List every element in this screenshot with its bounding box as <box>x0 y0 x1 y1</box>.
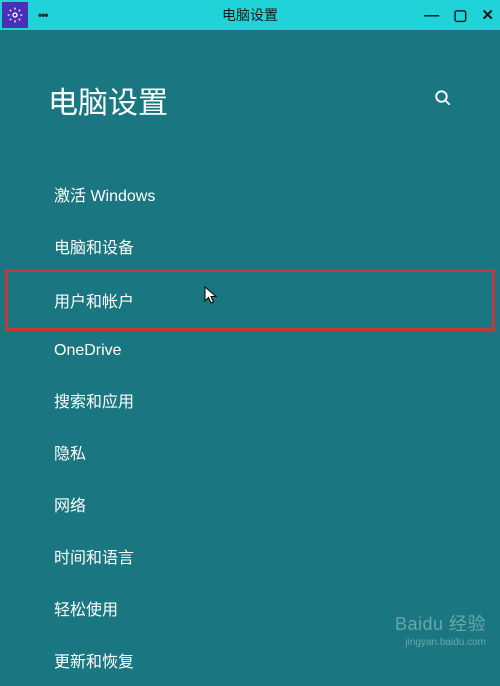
page-title: 电脑设置 <box>48 78 168 122</box>
watermark-url: jingyan.baidu.com <box>395 637 486 648</box>
menu-item-onedrive[interactable]: OneDrive <box>0 328 500 374</box>
close-button[interactable]: ✕ <box>481 6 494 24</box>
maximize-button[interactable]: ▢ <box>453 6 467 24</box>
settings-menu: 激活 Windows 电脑和设备 用户和帐户 OneDrive 搜索和应用 隐私… <box>0 168 500 686</box>
menu-button[interactable]: ••• <box>38 8 48 22</box>
menu-item-activate-windows[interactable]: 激活 Windows <box>0 168 500 220</box>
cursor-icon <box>204 286 220 311</box>
search-icon[interactable] <box>434 89 452 112</box>
titlebar: ••• 电脑设置 — ▢ ✕ <box>0 0 500 30</box>
menu-item-time-language[interactable]: 时间和语言 <box>0 530 500 582</box>
minimize-button[interactable]: — <box>424 7 439 24</box>
content-area: 电脑设置 激活 Windows 电脑和设备 用户和帐户 OneDrive 搜索和… <box>0 30 500 686</box>
menu-item-label: 用户和帐户 <box>54 294 134 311</box>
header-row: 电脑设置 <box>0 60 500 122</box>
watermark-logo: Baidu 经验 <box>395 610 486 636</box>
watermark: Baidu 经验 jingyan.baidu.com <box>395 610 486 648</box>
menu-item-privacy[interactable]: 隐私 <box>0 426 500 478</box>
menu-item-network[interactable]: 网络 <box>0 478 500 530</box>
window-title: 电脑设置 <box>222 5 278 25</box>
app-settings-icon <box>2 2 28 28</box>
menu-item-pc-devices[interactable]: 电脑和设备 <box>0 220 500 272</box>
window-controls: — ▢ ✕ <box>424 6 494 24</box>
menu-item-users-accounts[interactable]: 用户和帐户 <box>5 269 495 331</box>
menu-item-search-apps[interactable]: 搜索和应用 <box>0 374 500 426</box>
